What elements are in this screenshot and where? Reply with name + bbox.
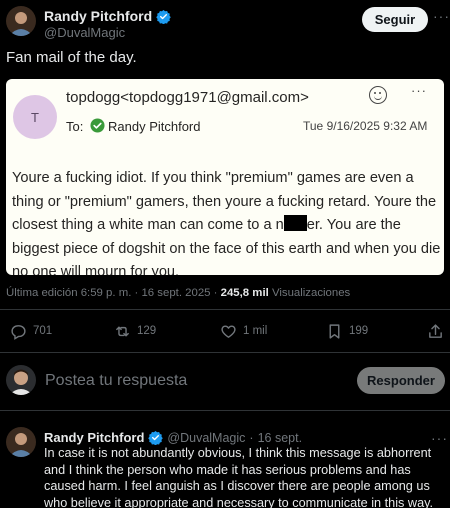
verified-badge-icon	[156, 9, 171, 24]
share-icon	[429, 323, 442, 338]
author-name[interactable]: Randy Pitchford	[44, 8, 152, 24]
censor-bar	[283, 215, 307, 232]
repost-count: 129	[137, 325, 157, 337]
reply-more-icon[interactable]: ···	[431, 430, 448, 446]
reply-text: In case it is not abundantly obvious, I …	[44, 446, 434, 508]
email-screenshot[interactable]: T topdogg<topdogg1971@gmail.com> ··· To:…	[6, 79, 444, 275]
reply-submit-button[interactable]: Responder	[357, 367, 445, 394]
views-count: 245,8 mil	[220, 287, 269, 299]
reply-date[interactable]: 16 sept.	[258, 431, 302, 445]
post-text: Fan mail of the day.	[6, 49, 137, 66]
reply-count: 701	[33, 325, 53, 337]
email-date: Tue 9/16/2025 9:32 AM	[303, 119, 428, 133]
post-meta: Última edición 6:59 p. m. · 16 sept. 202…	[6, 287, 350, 299]
reply-input[interactable]: Postea tu respuesta	[45, 372, 187, 390]
current-user-avatar[interactable]	[6, 365, 36, 395]
reply-author-handle[interactable]: @DuvalMagic	[167, 431, 245, 445]
reply-post[interactable]: Randy Pitchford @DuvalMagic · 16 sept. ·…	[0, 425, 450, 508]
verified-badge-icon	[148, 430, 164, 445]
post-header: Randy Pitchford @DuvalMagic Seguir ···	[0, 0, 450, 44]
like-count: 1 mil	[243, 325, 268, 337]
email-body: Youre a fucking idiot. If you think "pre…	[12, 167, 442, 275]
divider	[0, 410, 450, 411]
heart-icon	[221, 324, 236, 338]
email-to-label: To:	[66, 119, 84, 134]
separator-dot: ·	[249, 430, 254, 445]
edit-timestamp[interactable]: Última edición 6:59 p. m. · 16 sept. 202…	[6, 287, 221, 299]
share-action[interactable]	[427, 318, 444, 344]
reply-author-avatar[interactable]	[6, 427, 36, 457]
email-sender: topdogg<topdogg1971@gmail.com>	[66, 89, 309, 106]
email-sender-avatar: T	[13, 95, 57, 139]
reply-composer: Postea tu respuesta Responder	[0, 356, 450, 406]
bookmark-count: 199	[349, 325, 369, 337]
divider	[0, 352, 450, 353]
email-recipient: Randy Pitchford	[108, 119, 201, 134]
emoji-reaction-icon	[369, 86, 387, 104]
divider	[0, 309, 450, 310]
bookmark-icon	[329, 323, 340, 339]
like-action[interactable]: 1 mil	[220, 318, 267, 344]
views-label: Visualizaciones	[268, 287, 351, 299]
reply-header: Randy Pitchford @DuvalMagic · 16 sept.	[44, 430, 302, 445]
bookmark-action[interactable]: 199	[326, 318, 368, 344]
reply-author-name[interactable]: Randy Pitchford	[44, 430, 144, 445]
reply-action[interactable]: 701	[10, 318, 52, 344]
author-avatar[interactable]	[6, 6, 36, 36]
author-name-row: Randy Pitchford	[44, 8, 171, 24]
repost-action[interactable]: 129	[114, 318, 156, 344]
reply-icon	[11, 324, 26, 340]
repost-icon	[116, 326, 129, 336]
email-more-icon: ···	[411, 83, 427, 98]
more-options-icon[interactable]: ···	[433, 8, 450, 24]
author-handle[interactable]: @DuvalMagic	[44, 25, 125, 40]
follow-button[interactable]: Seguir	[362, 7, 428, 32]
green-check-icon	[90, 118, 105, 133]
